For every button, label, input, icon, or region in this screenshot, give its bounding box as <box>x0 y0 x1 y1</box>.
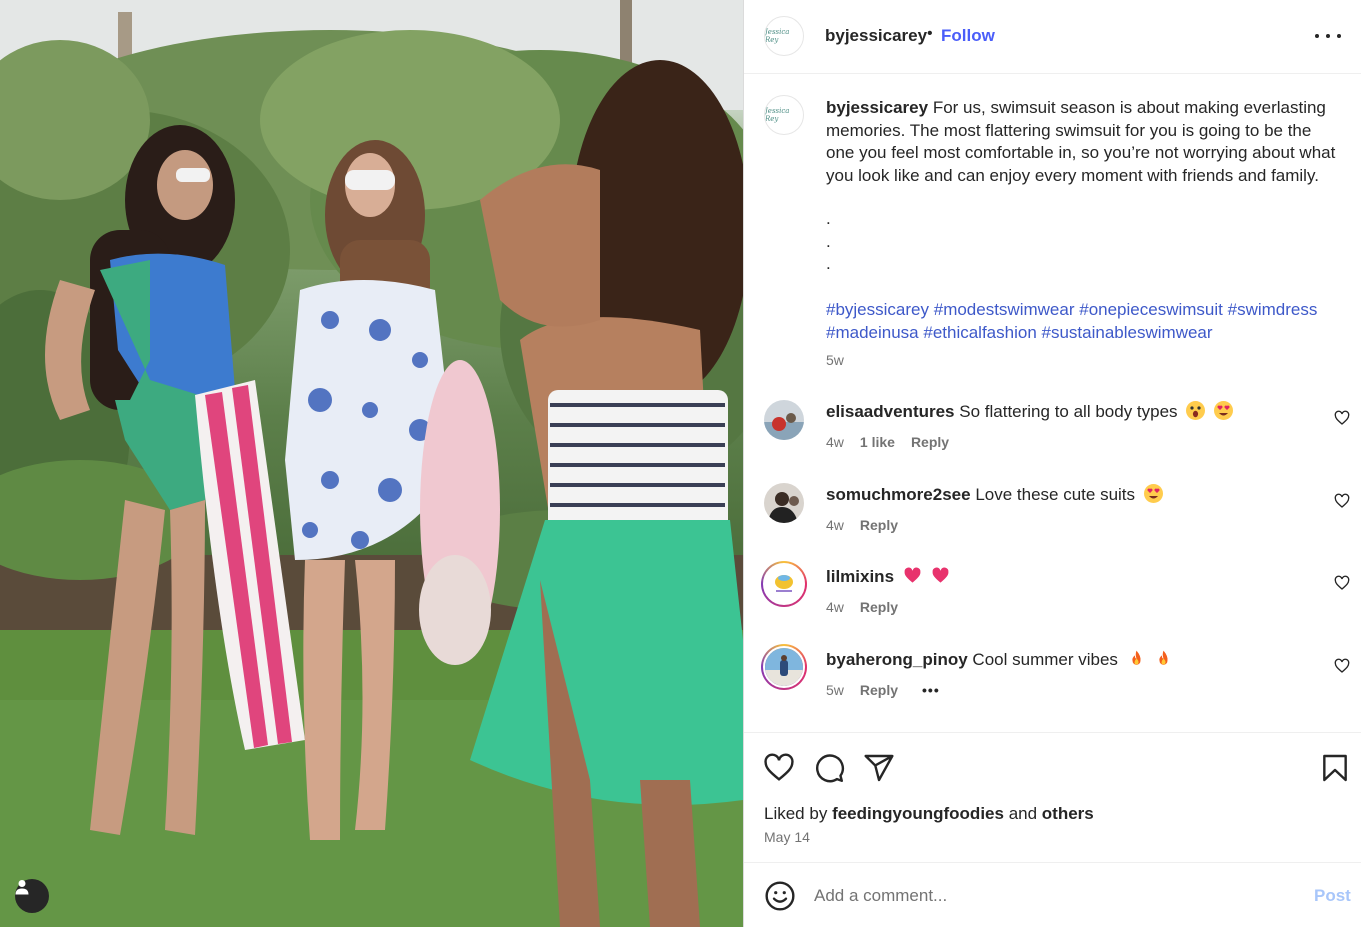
hashtag-link[interactable]: #madeinusa <box>826 323 919 342</box>
comment-text: So flattering to all body types <box>959 402 1178 421</box>
separator-dot: • <box>927 25 933 42</box>
caption-username[interactable]: byjessicarey <box>826 98 928 117</box>
comment-item: somuchmore2see Love these cute suits 4w … <box>744 483 1361 553</box>
caption-dots: . . . <box>826 208 831 276</box>
comment-item: elisaadventures So flattering to all bod… <box>744 400 1361 470</box>
liked-by-and: and <box>1008 804 1038 823</box>
comment-icon[interactable] <box>813 752 845 784</box>
comment-options-icon[interactable]: ••• <box>922 682 940 698</box>
commenter-avatar-story-ring[interactable] <box>761 561 807 607</box>
post-actions: Liked by feedingyoungfoodies and others … <box>744 732 1361 862</box>
post-caption: byjessicarey For us, swimsuit season is … <box>826 97 1336 187</box>
comment-text: Cool summer vibes <box>972 650 1118 669</box>
caption-dot: . <box>826 254 831 274</box>
pink-heart-emoji-icon <box>903 566 922 585</box>
comment-meta: 4w Reply <box>826 599 898 615</box>
hashtag-link[interactable]: #modestswimwear <box>934 300 1075 319</box>
fire-emoji-icon <box>1154 649 1173 668</box>
add-comment-bar: Post <box>744 862 1361 927</box>
heart-eyes-emoji-icon <box>1143 484 1163 503</box>
heart-icon[interactable] <box>763 752 795 784</box>
commenter-username[interactable]: byaherong_pinoy <box>826 650 968 669</box>
commenter-username[interactable]: elisaadventures <box>826 402 955 421</box>
comment-timestamp[interactable]: 4w <box>826 599 844 615</box>
comment-content: elisaadventures So flattering to all bod… <box>826 401 1234 422</box>
bookmark-icon[interactable] <box>1319 752 1351 784</box>
comment-content: byaherong_pinoy Cool summer vibes <box>826 649 1173 670</box>
comment-like-heart-icon[interactable] <box>1334 493 1350 509</box>
comment-item: lilmixins 4w Reply <box>744 561 1361 635</box>
comment-like-heart-icon[interactable] <box>1334 575 1350 591</box>
liked-by-others[interactable]: others <box>1042 804 1094 823</box>
hashtag-link[interactable]: #onepieceswimsuit <box>1079 300 1223 319</box>
user-icon <box>15 880 29 895</box>
caption-dot: . <box>826 209 831 228</box>
add-comment-input[interactable] <box>814 883 1294 909</box>
author-avatar[interactable]: Jessica Rey <box>764 16 804 56</box>
post-details-panel: Jessica Rey byjessicarey • Follow Jessic… <box>743 0 1361 927</box>
comment-content: lilmixins <box>826 566 950 587</box>
reply-button[interactable]: Reply <box>860 517 898 533</box>
post-header: Jessica Rey byjessicarey • Follow <box>744 0 1361 74</box>
hashtags: #byjessicarey #modestswimwear #onepieces… <box>826 299 1346 344</box>
hashtag-link[interactable]: #swimdress <box>1228 300 1318 319</box>
author-logo-text: Jessica Rey <box>765 28 790 44</box>
post-comment-button[interactable]: Post <box>1314 886 1351 906</box>
caption-timestamp[interactable]: 5w <box>826 352 844 368</box>
comment-timestamp[interactable]: 5w <box>826 682 844 698</box>
liked-by-user[interactable]: feedingyoungfoodies <box>832 804 1004 823</box>
tagged-users-button[interactable] <box>15 879 49 913</box>
reply-button[interactable]: Reply <box>860 682 898 698</box>
pink-heart-emoji-icon <box>931 566 950 585</box>
liked-by-prefix: Liked by <box>764 804 828 823</box>
post-photo[interactable] <box>0 0 743 927</box>
comment-meta: 4w Reply <box>826 517 898 533</box>
heart-eyes-emoji-icon <box>1214 401 1234 420</box>
comment-timestamp[interactable]: 4w <box>826 434 844 450</box>
comment-likes[interactable]: 1 like <box>860 434 895 450</box>
comment-like-heart-icon[interactable] <box>1334 410 1350 426</box>
liked-by-text: Liked by feedingyoungfoodies and others <box>764 804 1094 824</box>
commenter-avatar[interactable] <box>764 483 804 523</box>
hashtag-link[interactable]: #ethicalfashion <box>923 323 1036 342</box>
post-date[interactable]: May 14 <box>764 829 810 845</box>
comment-timestamp[interactable]: 4w <box>826 517 844 533</box>
photo-illustration <box>0 0 743 927</box>
paper-plane-icon[interactable] <box>863 752 895 784</box>
shocked-face-emoji-icon <box>1186 401 1206 420</box>
comment-meta: 4w 1 like Reply <box>826 434 949 450</box>
hashtag-link[interactable]: #byjessicarey <box>826 300 929 319</box>
commenter-avatar-story-ring[interactable] <box>761 644 807 690</box>
follow-button[interactable]: Follow <box>941 26 995 46</box>
reply-button[interactable]: Reply <box>911 434 949 450</box>
commenter-username[interactable]: lilmixins <box>826 567 894 586</box>
commenter-avatar[interactable] <box>764 400 804 440</box>
commenter-username[interactable]: somuchmore2see <box>826 485 971 504</box>
smiley-icon[interactable] <box>764 880 796 912</box>
hashtag-link[interactable]: #sustainableswimwear <box>1042 323 1213 342</box>
reply-button[interactable]: Reply <box>860 599 898 615</box>
more-options-icon[interactable] <box>1315 27 1341 45</box>
comment-item: byaherong_pinoy Cool summer vibes 5w Rep… <box>744 644 1361 718</box>
fire-emoji-icon <box>1127 649 1146 668</box>
comment-like-heart-icon[interactable] <box>1334 658 1350 674</box>
caption-author-avatar[interactable]: Jessica Rey <box>764 95 804 135</box>
comment-content: somuchmore2see Love these cute suits <box>826 484 1163 505</box>
comment-meta: 5w Reply ••• <box>826 682 940 698</box>
comment-text: Love these cute suits <box>975 485 1136 504</box>
caption-logo-text: Jessica Rey <box>765 107 790 123</box>
caption-dot: . <box>826 231 831 251</box>
author-username[interactable]: byjessicarey <box>825 26 927 46</box>
